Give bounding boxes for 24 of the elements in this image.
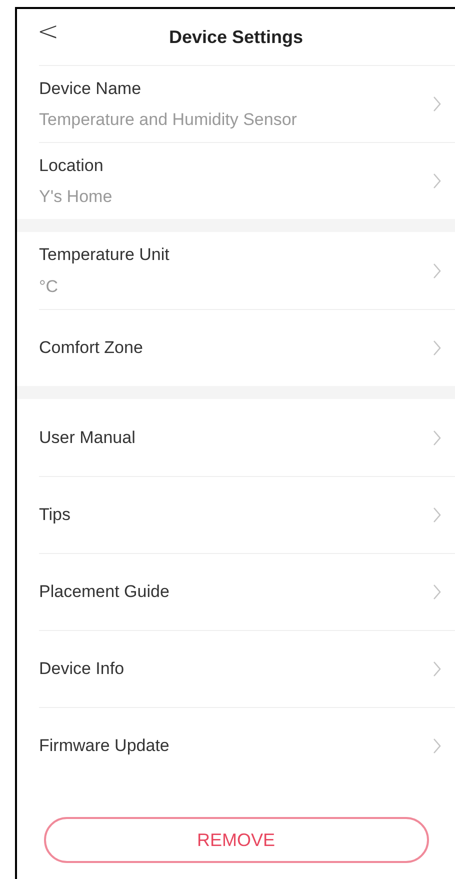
setting-value: Y's Home [39, 186, 114, 208]
chevron-right-icon [433, 96, 441, 112]
setting-label[interactable]: Device Info [39, 656, 433, 682]
chevron-right-icon [433, 738, 441, 754]
setting-value: Temperature and Humidity Sensor [39, 109, 298, 131]
setting-label[interactable]: Firmware Update [39, 733, 433, 759]
back-button[interactable]: < [37, 17, 59, 47]
chevron-right-icon [433, 173, 441, 189]
setting-label[interactable]: Comfort Zone [39, 335, 433, 361]
setting-label[interactable]: Temperature Unit [39, 242, 433, 268]
chevron-right-icon [433, 262, 441, 278]
setting-label[interactable]: Tips [39, 502, 433, 528]
screen-title: Device Settings [168, 26, 304, 49]
setting-value: °C [39, 276, 60, 298]
setting-label[interactable]: Placement Guide [39, 579, 433, 605]
setting-label[interactable]: Location [39, 152, 433, 178]
chevron-right-icon [433, 584, 441, 600]
chevron-right-icon [433, 340, 441, 356]
remove-button[interactable]: REMOVE [44, 817, 428, 863]
chevron-right-icon [433, 661, 441, 677]
chevron-right-icon [433, 507, 441, 523]
setting-label[interactable]: Device Name [39, 76, 433, 101]
setting-label[interactable]: User Manual [39, 424, 433, 450]
chevron-right-icon [433, 430, 441, 446]
